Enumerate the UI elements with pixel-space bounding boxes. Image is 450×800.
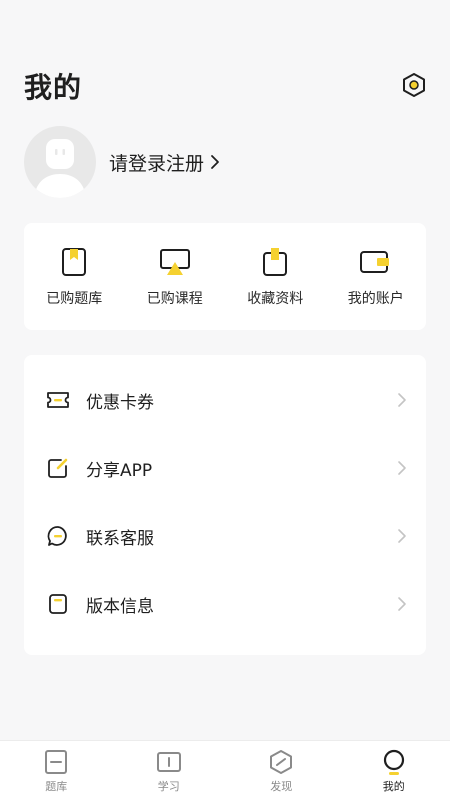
- tab-question-bank[interactable]: 题库: [0, 741, 113, 800]
- quick-link-label: 已购题库: [46, 291, 103, 307]
- default-avatar-icon: [34, 139, 86, 198]
- wallet-icon: [359, 251, 389, 273]
- quick-links-card: 已购题库 已购课程 收藏资料 我的账户: [24, 223, 426, 330]
- tab-profile[interactable]: 我的: [338, 741, 450, 800]
- bottom-tab-bar: 题库 学习 发现 我的: [0, 740, 450, 800]
- chevron-right-icon: [398, 393, 406, 407]
- menu-item-label: 联系客服: [86, 528, 154, 549]
- chevron-right-icon: [398, 529, 406, 543]
- quick-link-my-account[interactable]: 我的账户: [326, 223, 427, 330]
- menu-item-coupons[interactable]: 优惠卡券: [24, 366, 426, 434]
- video-course-icon: [159, 249, 190, 275]
- tab-label: 我的: [382, 780, 405, 793]
- quick-link-purchased-courses[interactable]: 已购课程: [125, 223, 226, 330]
- tab-label: 题库: [45, 780, 68, 793]
- menu-card: 优惠卡券 分享APP 联系客服 版本信息: [24, 355, 426, 655]
- menu-item-customer-service[interactable]: 联系客服: [24, 502, 426, 570]
- info-icon: [49, 594, 67, 614]
- login-register-link[interactable]: 请登录注册: [109, 149, 220, 176]
- tab-label: 学习: [157, 780, 180, 793]
- quick-link-purchased-questions[interactable]: 已购题库: [24, 223, 125, 330]
- login-text: 请登录注册: [109, 152, 205, 175]
- page-title: 我的: [24, 71, 83, 104]
- menu-item-label: 优惠卡券: [86, 392, 154, 413]
- chat-icon: [47, 526, 67, 546]
- share-icon: [48, 458, 68, 478]
- quick-link-favorites[interactable]: 收藏资料: [225, 223, 326, 330]
- study-icon: [156, 752, 181, 772]
- favorites-icon: [263, 248, 288, 276]
- settings-hexagon-icon: [403, 73, 425, 97]
- discover-icon: [270, 750, 293, 774]
- bookmark-icon: [62, 248, 87, 276]
- tab-label: 发现: [270, 780, 293, 793]
- quick-link-label: 已购课程: [146, 291, 203, 307]
- chevron-right-icon: [211, 155, 219, 169]
- settings-button[interactable]: [399, 70, 429, 100]
- menu-item-label: 分享APP: [86, 460, 153, 481]
- tab-discover[interactable]: 发现: [225, 741, 338, 800]
- menu-item-version-info[interactable]: 版本信息: [24, 570, 426, 638]
- chevron-right-icon: [398, 461, 406, 475]
- quick-link-label: 收藏资料: [247, 291, 304, 307]
- menu-item-label: 版本信息: [86, 596, 154, 617]
- tab-study[interactable]: 学习: [113, 741, 226, 800]
- profile-section: 请登录注册: [24, 126, 324, 198]
- menu-item-share-app[interactable]: 分享APP: [24, 434, 426, 502]
- question-bank-icon: [45, 750, 68, 774]
- avatar[interactable]: [24, 126, 96, 198]
- quick-link-label: 我的账户: [347, 291, 404, 307]
- chevron-right-icon: [398, 597, 406, 611]
- coupon-icon: [47, 392, 69, 408]
- profile-icon: [383, 749, 404, 775]
